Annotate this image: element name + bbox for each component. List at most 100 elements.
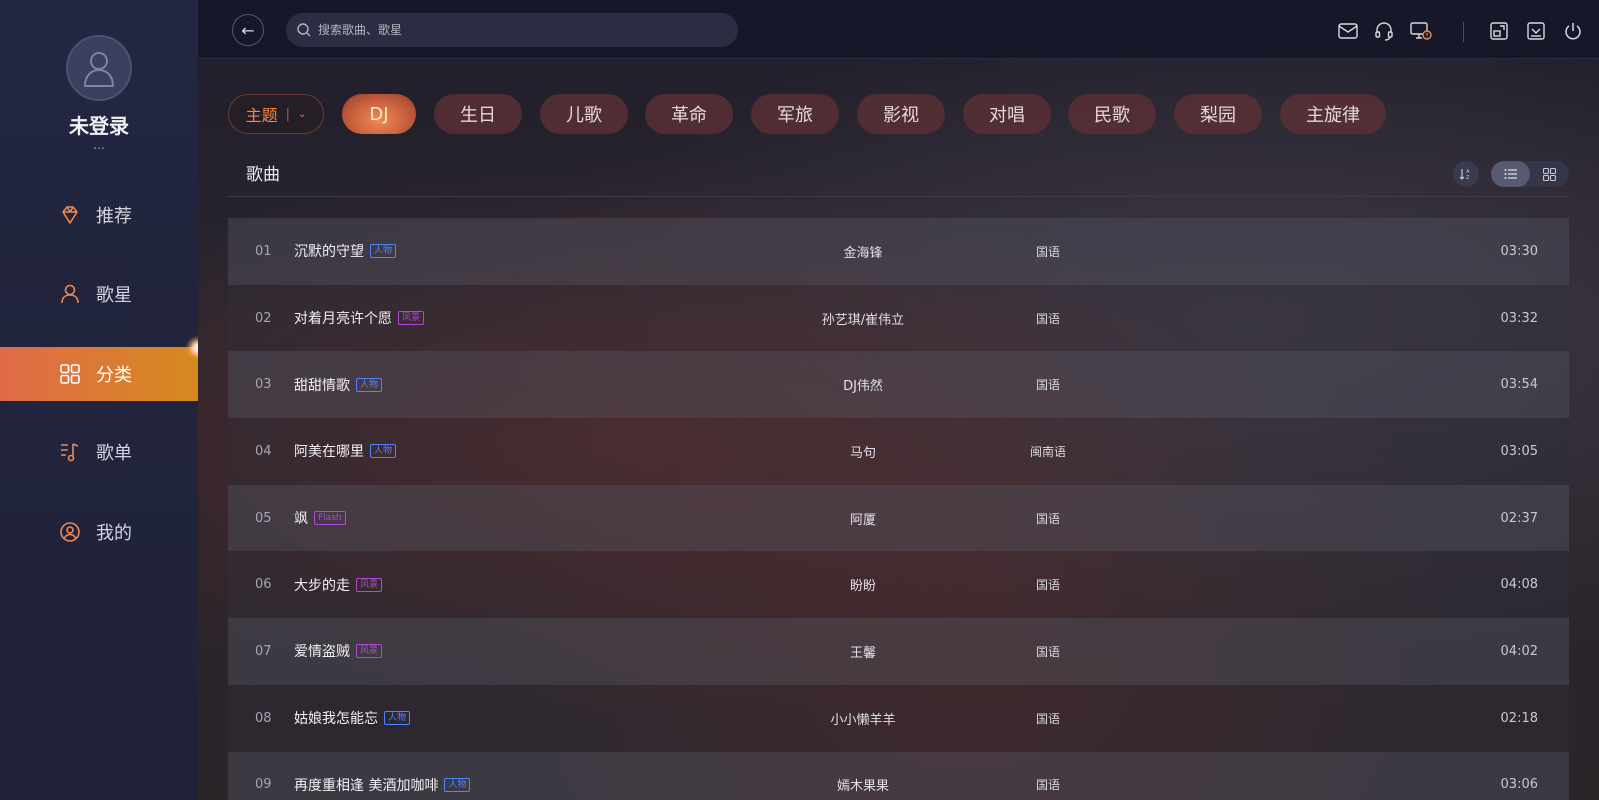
list-view-button[interactable] — [1491, 161, 1530, 187]
song-row[interactable]: 03 甜甜情歌 人物 DJ伟然 国语 03:54 — [228, 351, 1569, 419]
theme-dropdown[interactable]: 主题 | ⌄ — [228, 94, 324, 134]
song-duration: 03:06 — [1500, 777, 1538, 793]
grid-icon — [58, 362, 82, 386]
chevron-down-icon: ⌄ — [298, 108, 307, 120]
song-language: 国语 — [1035, 711, 1060, 726]
song-duration: 03:05 — [1500, 443, 1538, 459]
song-tag: 风景 — [356, 644, 383, 659]
main-content: ← 主题 | ⌄ DJ 生日 儿歌 革命 军旅 影视 — [198, 0, 1599, 800]
section-divider — [228, 196, 1569, 197]
category-chip-revolution[interactable]: 革命 — [645, 94, 733, 134]
song-language: 国语 — [1035, 311, 1060, 326]
back-button[interactable]: ← — [232, 14, 264, 46]
song-artist[interactable]: 嫣木果果 — [788, 775, 938, 794]
user-avatar-icon — [83, 52, 115, 87]
grid-icon — [1543, 167, 1556, 181]
diamond-icon — [58, 203, 82, 227]
song-row[interactable]: 05 飒 Flash 阿厦 国语 02:37 — [228, 484, 1569, 552]
category-chip-duet[interactable]: 对唱 — [963, 94, 1051, 134]
category-chip-birthday[interactable]: 生日 — [434, 94, 522, 134]
mini-window-icon[interactable] — [1488, 20, 1510, 42]
song-duration: 02:37 — [1500, 510, 1538, 526]
sort-icon: AZ — [1459, 169, 1470, 181]
song-row[interactable]: 02 对着月亮许个愿 风景 孙艺琪/崔伟立 国语 03:32 — [228, 284, 1569, 352]
nav-item-recommend[interactable]: 推荐 — [0, 188, 198, 242]
song-artist[interactable]: 小小懒羊羊 — [788, 709, 938, 728]
song-duration: 03:54 — [1500, 377, 1538, 393]
song-list: 01 沉默的守望 人物 金海锋 国语 03:30 02 对着月亮许个愿 风景 孙艺琪… — [228, 218, 1569, 800]
song-artist[interactable]: 马句 — [788, 442, 938, 461]
song-row[interactable]: 09 再度重相逢 美酒加咖啡 人物 嫣木果果 国语 03:06 — [228, 751, 1569, 800]
song-title-wrap: 大步的走 风景 — [294, 575, 383, 595]
nav-item-singers[interactable]: 歌星 — [0, 267, 198, 321]
song-duration: 02:18 — [1500, 710, 1538, 726]
power-icon[interactable] — [1562, 20, 1584, 42]
theme-separator: | — [285, 106, 290, 122]
category-chip-film[interactable]: 影视 — [857, 94, 945, 134]
download-icon[interactable] — [1525, 20, 1547, 42]
category-chip-opera[interactable]: 梨园 — [1174, 94, 1262, 134]
category-chip-kids[interactable]: 儿歌 — [540, 94, 628, 134]
song-title: 甜甜情歌 — [294, 377, 350, 394]
sidebar: 未登录 ... 推荐 歌星 分类 歌单 我的 — [0, 0, 198, 800]
song-row[interactable]: 07 爱情盗贼 风景 王馨 国语 04:02 — [228, 618, 1569, 685]
song-language: 国语 — [1035, 778, 1060, 793]
category-chip-dj[interactable]: DJ — [342, 94, 416, 134]
song-title: 沉默的守望 — [294, 244, 364, 261]
arrow-left-icon: ← — [241, 20, 255, 40]
avatar[interactable] — [66, 35, 132, 101]
sort-button[interactable]: AZ — [1453, 161, 1479, 187]
song-tag: Flash — [314, 511, 346, 526]
song-tag: 人物 — [370, 444, 397, 459]
playlist-icon — [58, 440, 82, 464]
view-toggle — [1491, 161, 1569, 187]
song-title: 大步的走 — [294, 577, 350, 594]
song-number: 02 — [255, 310, 272, 326]
song-number: 01 — [255, 243, 272, 259]
nav-label: 歌单 — [96, 443, 132, 464]
song-number: 03 — [255, 377, 272, 393]
song-artist[interactable]: 孙艺琪/崔伟立 — [788, 309, 938, 328]
nav-label: 歌星 — [96, 285, 132, 306]
nav-item-playlist[interactable]: 歌单 — [0, 425, 198, 479]
song-row[interactable]: 04 阿美在哪里 人物 马句 闽南语 03:05 — [228, 418, 1569, 485]
song-row[interactable]: 06 大步的走 风景 盼盼 国语 04:08 — [228, 551, 1569, 619]
singer-icon — [58, 282, 82, 306]
song-number: 09 — [255, 777, 272, 793]
song-number: 07 — [255, 643, 272, 659]
song-duration: 03:32 — [1500, 310, 1538, 326]
song-artist[interactable]: 阿厦 — [788, 509, 938, 528]
song-artist[interactable]: DJ伟然 — [788, 375, 938, 394]
category-chip-main-theme[interactable]: 主旋律 — [1280, 94, 1386, 134]
song-title-wrap: 沉默的守望 人物 — [294, 241, 397, 261]
song-artist[interactable]: 金海锋 — [788, 242, 938, 261]
song-number: 04 — [255, 443, 272, 459]
nav-item-category[interactable]: 分类 — [0, 347, 198, 401]
search-input[interactable] — [318, 23, 718, 37]
nav-label: 分类 — [96, 365, 132, 386]
song-row[interactable]: 08 姑娘我怎能忘 人物 小小懒羊羊 国语 02:18 — [228, 684, 1569, 752]
nav-item-mine[interactable]: 我的 — [0, 505, 198, 559]
song-number: 08 — [255, 710, 272, 726]
song-artist[interactable]: 盼盼 — [788, 575, 938, 594]
song-tag: 人物 — [356, 377, 383, 392]
song-title: 对着月亮许个愿 — [294, 311, 392, 328]
category-chip-military[interactable]: 军旅 — [751, 94, 839, 134]
song-artist[interactable]: 王馨 — [788, 642, 938, 661]
song-title-wrap: 甜甜情歌 人物 — [294, 375, 383, 395]
grid-view-button[interactable] — [1530, 161, 1569, 187]
song-title-wrap: 爱情盗贼 风景 — [294, 641, 383, 661]
category-chip-folk[interactable]: 民歌 — [1068, 94, 1156, 134]
song-duration: 04:02 — [1500, 643, 1538, 659]
song-row[interactable]: 01 沉默的守望 人物 金海锋 国语 03:30 — [228, 218, 1569, 285]
mail-icon[interactable] — [1337, 20, 1359, 42]
search-box[interactable] — [286, 13, 738, 47]
screen-alert-icon[interactable] — [1410, 20, 1432, 42]
song-title-wrap: 姑娘我怎能忘 人物 — [294, 708, 411, 728]
song-duration: 03:30 — [1500, 243, 1538, 259]
song-title-wrap: 对着月亮许个愿 风景 — [294, 308, 425, 328]
song-language: 国语 — [1035, 378, 1060, 393]
username[interactable]: 未登录 — [0, 110, 198, 139]
song-tag: 人物 — [370, 244, 397, 259]
headset-icon[interactable] — [1373, 20, 1395, 42]
